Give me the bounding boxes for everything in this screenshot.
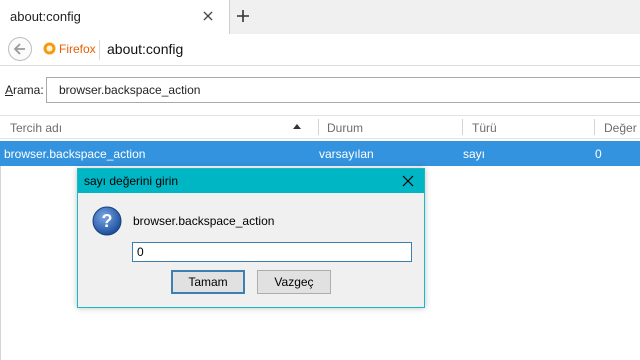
back-arrow-icon — [13, 43, 25, 55]
tab-title: about:config — [10, 9, 81, 24]
url-bar[interactable]: about:config — [107, 41, 183, 57]
number-input-dialog: sayı değerini girin ? browser.backspace_… — [77, 168, 425, 308]
tab-strip: about:config — [0, 0, 640, 34]
identity-label[interactable]: Firefox — [59, 42, 96, 56]
dialog-title: sayı değerini girin — [84, 174, 179, 188]
column-header-type[interactable]: Türü — [472, 121, 497, 135]
sort-ascending-icon — [293, 124, 301, 129]
close-icon[interactable] — [200, 8, 216, 24]
tab-about-config[interactable]: about:config — [0, 0, 230, 34]
question-icon: ? — [92, 206, 122, 236]
cell-type: sayı — [463, 147, 486, 161]
column-separator[interactable] — [318, 119, 319, 135]
cell-status: varsayılan — [319, 147, 374, 161]
search-label: Arama: — [5, 83, 44, 97]
column-header-value[interactable]: Değer — [604, 121, 637, 135]
column-separator[interactable] — [594, 119, 595, 135]
column-header-name[interactable]: Tercih adı — [10, 121, 62, 135]
svg-text:?: ? — [102, 211, 113, 231]
back-button[interactable] — [8, 37, 32, 61]
dialog-titlebar[interactable]: sayı değerini girin — [78, 169, 424, 193]
table-row[interactable]: browser.backspace_action varsayılan sayı… — [0, 141, 640, 166]
url-separator — [99, 40, 100, 60]
dialog-message: browser.backspace_action — [133, 214, 275, 228]
search-input[interactable] — [46, 77, 640, 103]
column-header-status[interactable]: Durum — [327, 121, 363, 135]
close-icon[interactable] — [402, 175, 414, 187]
column-separator[interactable] — [462, 119, 463, 135]
cell-value: 0 — [595, 147, 602, 161]
ok-button[interactable]: Tamam — [171, 270, 245, 294]
firefox-logo-icon — [43, 42, 56, 55]
cancel-button[interactable]: Vazgeç — [257, 270, 331, 294]
value-input[interactable] — [132, 242, 412, 262]
cell-name: browser.backspace_action — [4, 147, 146, 161]
table-border — [0, 166, 1, 360]
table-header: Tercih adı Durum Türü Değer — [0, 115, 640, 139]
nav-bar: Firefox about:config — [0, 34, 640, 66]
plus-icon[interactable] — [234, 7, 252, 25]
